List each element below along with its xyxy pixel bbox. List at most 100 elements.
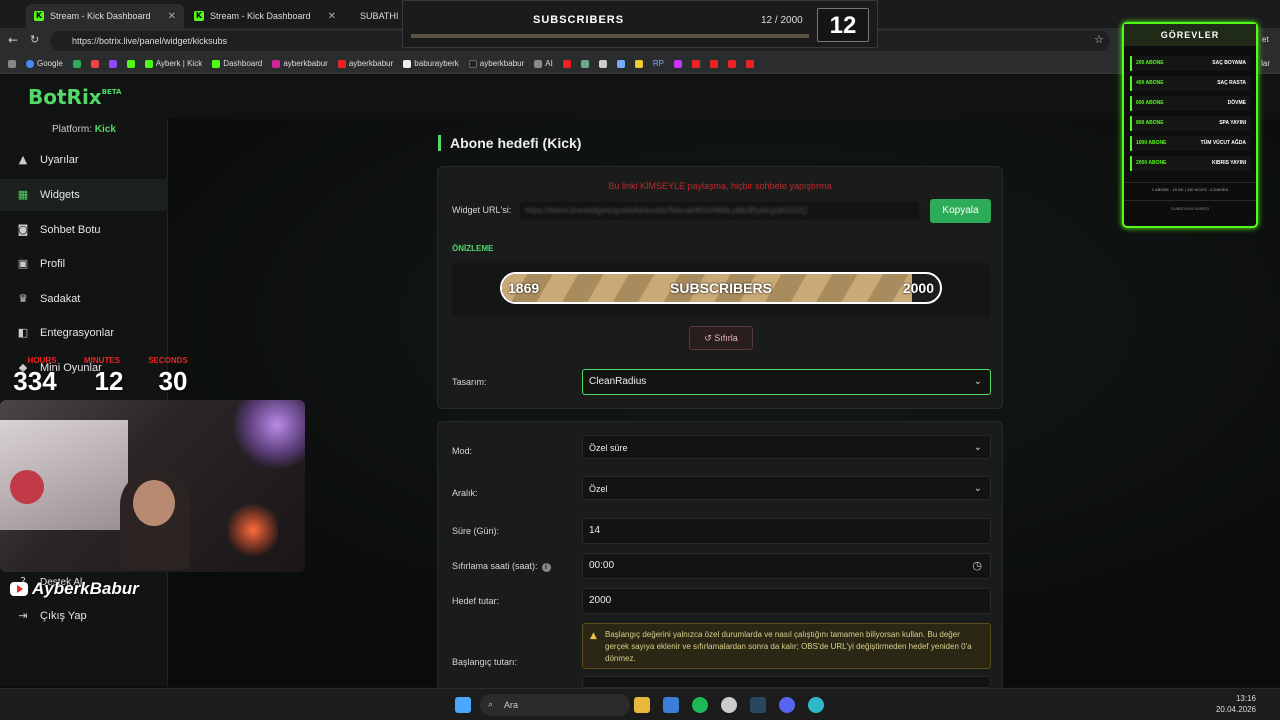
page-title: Abone hedefi (Kick) — [438, 135, 581, 151]
youtube-icon[interactable] — [709, 59, 718, 68]
bookmark-icon[interactable] — [673, 59, 682, 68]
start-input[interactable] — [582, 676, 991, 688]
seconds-value: 30 — [158, 366, 188, 396]
bookmark-label: baburayberk — [414, 59, 459, 68]
bookmark-label: Ayberk | Kick — [155, 59, 203, 68]
chevron-down-icon: ⌄ — [973, 442, 982, 453]
platform-indicator: Platform: Kick — [52, 124, 116, 135]
bookmark-more[interactable]: lar — [1261, 59, 1270, 68]
sidebar-item-sohbet-botu[interactable]: ◙ Sohbet Botu — [0, 214, 168, 246]
mode-select[interactable]: Özel süre ⌄ — [582, 435, 991, 459]
bookmark-label: Google — [37, 59, 63, 68]
task-name: SAÇ BOYAMA — [1212, 60, 1246, 66]
reset-button[interactable]: ↺ Sıfırla — [689, 326, 753, 350]
widget-url-field[interactable]: https://botrix.live/widgets/goals/kicksu… — [518, 200, 921, 222]
target-input[interactable]: 2000 — [582, 588, 991, 614]
overlay-count-box: 12 — [817, 8, 869, 42]
bookmark-google[interactable]: Google — [26, 59, 63, 68]
youtube-icon — [337, 59, 346, 68]
clock-icon[interactable]: ◷ — [972, 554, 982, 578]
browser-tab-3[interactable]: SUBATHI — [346, 4, 406, 28]
browser-tab-1[interactable]: K Stream - Kick Dashboard ✕ — [26, 4, 184, 28]
tab-label: Stream - Kick Dashboard — [210, 11, 311, 21]
chrome-icon[interactable] — [721, 697, 737, 713]
windows-start-icon[interactable] — [455, 697, 471, 713]
bookmark-icon[interactable] — [598, 59, 607, 68]
kick-icon — [144, 59, 153, 68]
pc-glow — [228, 500, 278, 560]
bookmark-ai[interactable]: AI — [534, 59, 553, 68]
bookmark-label: ayberkbabur — [348, 59, 394, 68]
bookmark-icon[interactable] — [616, 59, 625, 68]
sidebar-item-label: Uyarılar — [40, 154, 79, 166]
kick-icon: K — [194, 11, 204, 21]
discord-icon[interactable] — [779, 697, 795, 713]
task-row: 400 ABONE SAÇ RASTA — [1130, 76, 1250, 91]
logout-icon: ⇥ — [18, 609, 28, 622]
mode-value: Özel süre — [589, 443, 628, 453]
preview-box: 1869 SUBSCRIBERS 2000 — [452, 263, 990, 317]
gmail-icon[interactable] — [90, 59, 99, 68]
bookmark-icon[interactable] — [634, 59, 643, 68]
duration-value: 14 — [589, 525, 601, 536]
sidebar-item-widgets[interactable]: ▦ Widgets — [0, 179, 168, 211]
sidebar-item-label: Sadakat — [40, 293, 81, 305]
task-row: 600 ABONE DÖVME — [1130, 96, 1250, 111]
botrix-logo[interactable]: BotRixBETA — [28, 85, 121, 109]
bookmark-ayberk-kick[interactable]: Ayberk | Kick — [144, 59, 203, 68]
youtube-icon[interactable] — [562, 59, 571, 68]
close-icon[interactable]: ✕ — [328, 11, 336, 22]
sidebar-item-uyarilar[interactable]: ▲ Uyarılar — [0, 144, 168, 176]
design-select[interactable]: CleanRadius ⌄ — [582, 369, 991, 395]
system-clock[interactable]: 13:16 20.04.2026 — [1216, 693, 1256, 715]
twitch-icon[interactable] — [108, 59, 117, 68]
sidebar-item-label: Sohbet Botu — [40, 224, 101, 236]
steam-icon[interactable] — [750, 697, 766, 713]
browser-tab-2[interactable]: K Stream - Kick Dashboard ✕ — [186, 4, 344, 28]
copy-button[interactable]: Kopyala — [930, 199, 991, 223]
photos-icon[interactable] — [663, 697, 679, 713]
info-icon[interactable]: i — [541, 563, 551, 572]
youtube-icon[interactable] — [691, 59, 700, 68]
task-name: SPA YAYINI — [1219, 120, 1246, 126]
range-select[interactable]: Özel ⌄ — [582, 476, 991, 500]
close-icon[interactable]: ✕ — [168, 11, 176, 22]
task-goal: 800 ABONE — [1136, 120, 1164, 126]
reading-list-icon[interactable] — [8, 59, 16, 68]
edge-icon[interactable] — [808, 697, 824, 713]
sidebar-item-entegrasyonlar[interactable]: ◧ Entegrasyonlar — [0, 317, 168, 349]
sidebar-item-cikis-yap[interactable]: ⇥ Çıkış Yap — [0, 600, 168, 632]
logo-text: BotRix — [28, 85, 102, 109]
bookmark-rp[interactable]: RP — [653, 59, 664, 68]
youtube-icon[interactable] — [727, 59, 736, 68]
sidebar-item-sadakat[interactable]: ♛ Sadakat — [0, 283, 168, 315]
file-explorer-icon[interactable] — [634, 697, 650, 713]
range-label: Aralık: — [452, 488, 478, 498]
bookmark-x[interactable]: baburayberk — [403, 59, 459, 68]
bookmark-icon[interactable] — [72, 59, 81, 68]
taskbar-search[interactable]: ⌕ Ara — [480, 694, 630, 716]
sidebar-item-profil[interactable]: ▣ Profil — [0, 248, 168, 280]
bookmark-instagram[interactable]: ayberkbabur — [272, 59, 328, 68]
reload-icon[interactable]: ↻ — [30, 33, 39, 46]
bookmark-youtube[interactable]: ayberkbabur — [337, 59, 394, 68]
chevron-down-icon: ⌄ — [973, 376, 982, 387]
star-icon[interactable]: ☆ — [1094, 33, 1104, 46]
reset-time-input[interactable]: 00:00 ◷ — [582, 553, 991, 579]
duration-input[interactable]: 14 — [582, 518, 991, 544]
bookmark-label: AI — [545, 59, 553, 68]
start-value-warning: ▲ Başlangıç değerini yalnızca özel duruml… — [582, 623, 991, 669]
platform-value: Kick — [94, 124, 116, 135]
bookmark-icon[interactable] — [580, 59, 589, 68]
spotify-icon[interactable] — [692, 697, 708, 713]
webcam-overlay — [0, 400, 305, 572]
bookmark-tiktok[interactable]: ayberkbabur — [468, 59, 524, 68]
youtube-icon[interactable] — [745, 59, 754, 68]
warning-icon: ▲ — [18, 153, 28, 166]
clock-time: 13:16 — [1235, 694, 1256, 703]
back-icon[interactable]: ← — [8, 33, 18, 47]
kick-icon[interactable] — [126, 59, 135, 68]
sidebar-item-label: Entegrasyonlar — [40, 327, 114, 339]
sidebar-item-label: Widgets — [40, 189, 80, 201]
bookmark-dashboard[interactable]: Dashboard — [212, 59, 262, 68]
